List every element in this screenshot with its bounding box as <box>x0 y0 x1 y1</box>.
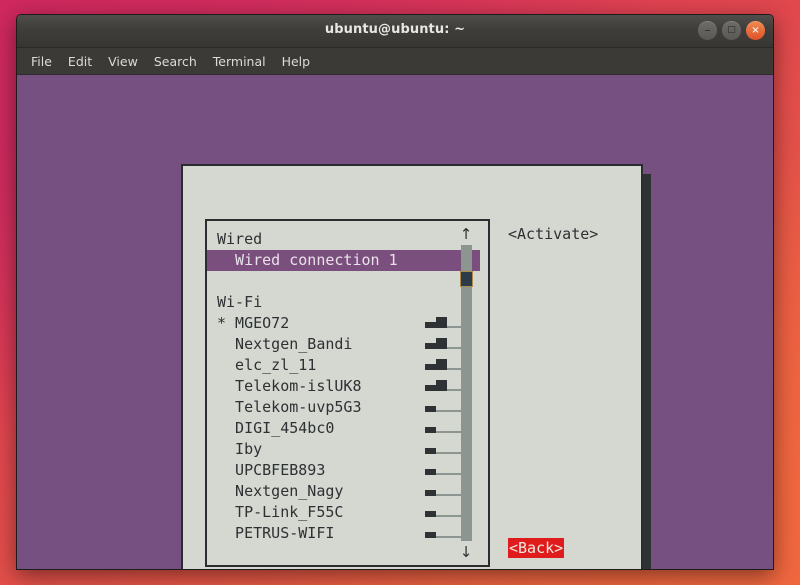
list-item[interactable]: Telekom-islUK8 <box>207 376 488 397</box>
menu-item-file[interactable]: File <box>31 54 52 69</box>
nmtui-dialog: Wired Wired connection 1 Wi-Fi* MGEO72 Ne… <box>181 164 643 570</box>
activate-button[interactable]: <Activate> <box>508 224 598 244</box>
window-titlebar[interactable]: ubuntu@ubuntu: ~ – □ × <box>17 15 773 48</box>
list-item-label: DIGI_454bc0 <box>217 419 334 437</box>
menu-item-edit[interactable]: Edit <box>68 54 92 69</box>
scrollbar-track[interactable] <box>461 245 472 541</box>
close-button[interactable]: × <box>746 21 765 40</box>
list-item[interactable]: PETRUS-WIFI <box>207 523 488 544</box>
close-icon: × <box>746 21 765 40</box>
list-item[interactable]: Nextgen_Bandi <box>207 334 488 355</box>
menu-item-search[interactable]: Search <box>154 54 197 69</box>
list-item[interactable]: Wired connection 1 <box>207 250 480 271</box>
list-item-label: Telekom-uvp5G3 <box>217 398 362 416</box>
list-spacer <box>207 271 488 292</box>
list-group-header: Wired <box>207 229 488 250</box>
list-item-label: Telekom-islUK8 <box>217 377 362 395</box>
terminal-window: ubuntu@ubuntu: ~ – □ × File Edit View Se… <box>16 14 774 570</box>
list-item-label: Iby <box>217 440 262 458</box>
list-item[interactable]: Telekom-uvp5G3 <box>207 397 488 418</box>
list-item-label: * MGEO72 <box>217 314 289 332</box>
desktop-background: ubuntu@ubuntu: ~ – □ × File Edit View Se… <box>0 0 800 585</box>
back-button[interactable]: <Back> <box>508 538 564 558</box>
list-scrollbar[interactable]: ↑ ↓ <box>456 225 476 561</box>
scrollbar-thumb[interactable] <box>460 271 473 287</box>
list-group-header: Wi-Fi <box>207 292 488 313</box>
list-item-label: elc_zl_11 <box>217 356 316 374</box>
connection-listbox[interactable]: Wired Wired connection 1 Wi-Fi* MGEO72 Ne… <box>205 219 490 567</box>
maximize-button[interactable]: □ <box>722 21 741 40</box>
scroll-up-arrow[interactable]: ↑ <box>456 225 476 243</box>
scroll-down-arrow[interactable]: ↓ <box>456 543 476 561</box>
minimize-icon: – <box>698 20 717 40</box>
list-item[interactable]: * MGEO72 <box>207 313 488 334</box>
list-item-label: UPCBFEB893 <box>217 461 325 479</box>
list-item-label: Nextgen_Nagy <box>217 482 343 500</box>
list-item[interactable]: DIGI_454bc0 <box>207 418 488 439</box>
connection-list: Wired Wired connection 1 Wi-Fi* MGEO72 Ne… <box>207 221 488 565</box>
menu-item-help[interactable]: Help <box>282 54 311 69</box>
list-item[interactable]: Iby <box>207 439 488 460</box>
list-item-label: Nextgen_Bandi <box>217 335 352 353</box>
maximize-icon: □ <box>722 21 741 40</box>
menu-item-terminal[interactable]: Terminal <box>213 54 266 69</box>
minimize-button[interactable]: – <box>698 21 717 40</box>
list-item[interactable]: UPCBFEB893 <box>207 460 488 481</box>
list-item[interactable]: Nextgen_Nagy <box>207 481 488 502</box>
window-controls: – □ × <box>698 21 765 40</box>
list-item[interactable]: elc_zl_11 <box>207 355 488 376</box>
list-item[interactable]: TP-Link_F55C <box>207 502 488 523</box>
list-item-label: PETRUS-WIFI <box>217 524 334 542</box>
window-title: ubuntu@ubuntu: ~ <box>17 22 773 37</box>
list-item-label: Wired connection 1 <box>217 251 398 269</box>
list-item-label: TP-Link_F55C <box>217 503 343 521</box>
terminal-content[interactable]: Wired Wired connection 1 Wi-Fi* MGEO72 Ne… <box>17 75 773 570</box>
menu-item-view[interactable]: View <box>108 54 138 69</box>
menu-bar: File Edit View Search Terminal Help <box>17 48 773 75</box>
